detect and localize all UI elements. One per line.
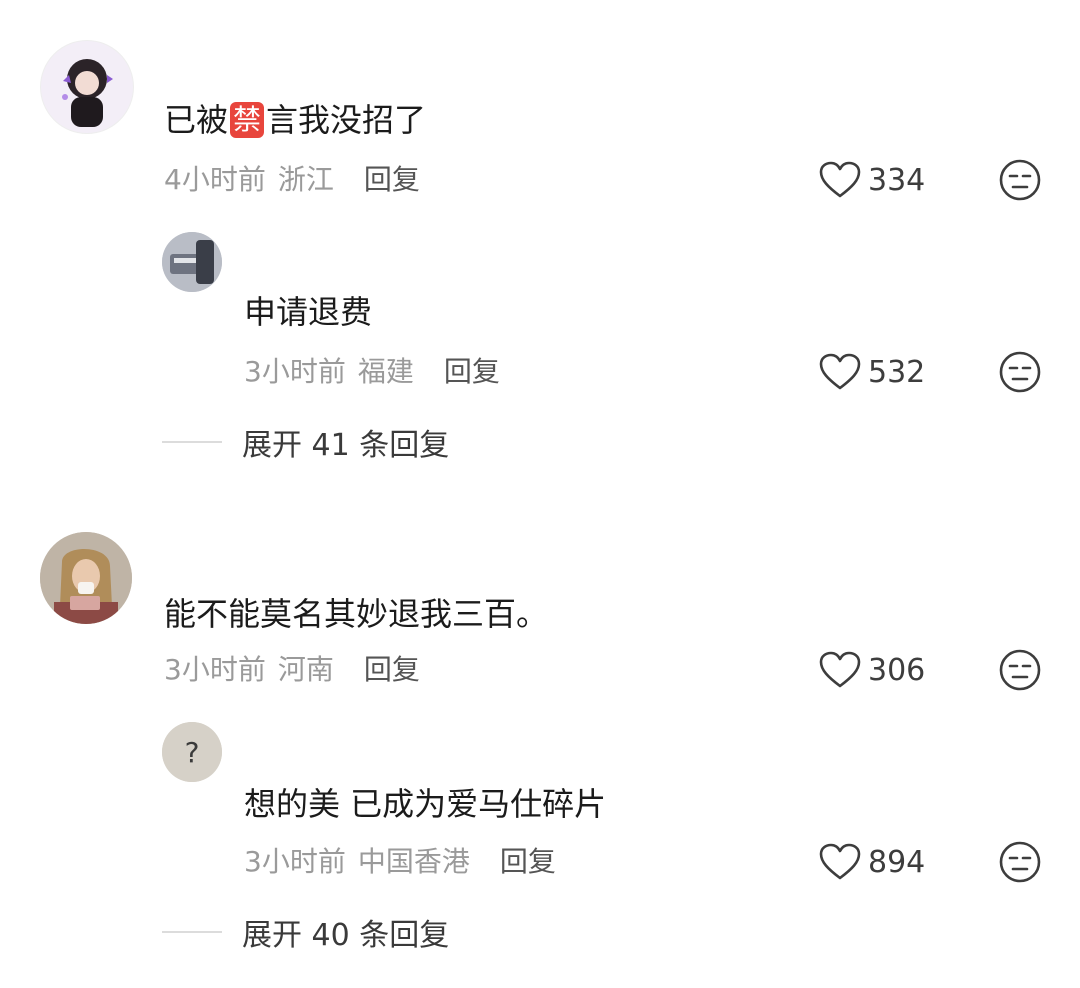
comment-meta: 3小时前 河南 回复 <box>164 652 420 688</box>
like-count: 532 <box>868 354 926 390</box>
reply-time: 3小时前 <box>244 845 346 878</box>
dislike-icon[interactable] <box>998 648 1042 692</box>
heart-icon <box>819 651 861 688</box>
like-count: 894 <box>868 844 926 880</box>
heart-icon <box>819 353 861 390</box>
avatar[interactable] <box>40 40 134 134</box>
reply-button[interactable]: 回复 <box>364 163 420 196</box>
like-button[interactable]: 894 <box>818 842 925 882</box>
comment-time: 3小时前 <box>164 653 266 686</box>
reply-location: 中国香港 <box>357 845 470 878</box>
question-icon: ? <box>185 736 200 769</box>
dislike-icon[interactable] <box>998 840 1042 884</box>
comment-text-before: 已被 <box>164 101 229 139</box>
banned-emoji: 禁 <box>230 102 265 138</box>
reply-meta: 3小时前 中国香港 回复 <box>244 844 556 880</box>
reply-location: 福建 <box>357 355 414 388</box>
reply-meta: 3小时前 福建 回复 <box>244 354 500 390</box>
comment-time: 4小时前 <box>164 163 266 196</box>
reply-button[interactable]: 回复 <box>444 355 500 388</box>
expand-replies-button[interactable]: 展开 40 条回复 <box>162 910 449 954</box>
reply-button[interactable]: 回复 <box>364 653 420 686</box>
divider <box>162 931 222 933</box>
like-count: 334 <box>868 162 926 198</box>
avatar[interactable] <box>162 232 222 292</box>
dislike-icon[interactable] <box>998 158 1042 202</box>
heart-icon <box>819 843 861 880</box>
like-button[interactable]: 306 <box>818 650 925 690</box>
dislike-icon[interactable] <box>998 350 1042 394</box>
comment-meta: 4小时前 浙江 回复 <box>164 162 420 198</box>
reply-button[interactable]: 回复 <box>500 845 556 878</box>
comment-location: 浙江 <box>277 163 334 196</box>
divider <box>162 441 222 443</box>
comment-location: 河南 <box>277 653 334 686</box>
like-button[interactable]: 532 <box>818 352 925 392</box>
heart-icon <box>819 161 861 198</box>
avatar[interactable]: ? <box>162 722 222 782</box>
expand-replies-label: 展开 41 条回复 <box>242 428 450 463</box>
expand-replies-button[interactable]: 展开 41 条回复 <box>162 420 449 464</box>
comment-text: 能不能莫名其妙退我三百。 <box>164 595 549 633</box>
comment-text-after: 言我没招了 <box>266 101 427 139</box>
reply-text: 申请退费 <box>244 293 373 331</box>
reply-time: 3小时前 <box>244 355 346 388</box>
like-button[interactable]: 334 <box>818 160 925 200</box>
avatar[interactable] <box>40 532 132 624</box>
comment-text: 已被禁言我没招了 <box>164 100 426 140</box>
like-count: 306 <box>868 652 926 688</box>
reply-text: 想的美 已成为爱马仕碎片 <box>244 785 607 823</box>
expand-replies-label: 展开 40 条回复 <box>242 918 450 953</box>
